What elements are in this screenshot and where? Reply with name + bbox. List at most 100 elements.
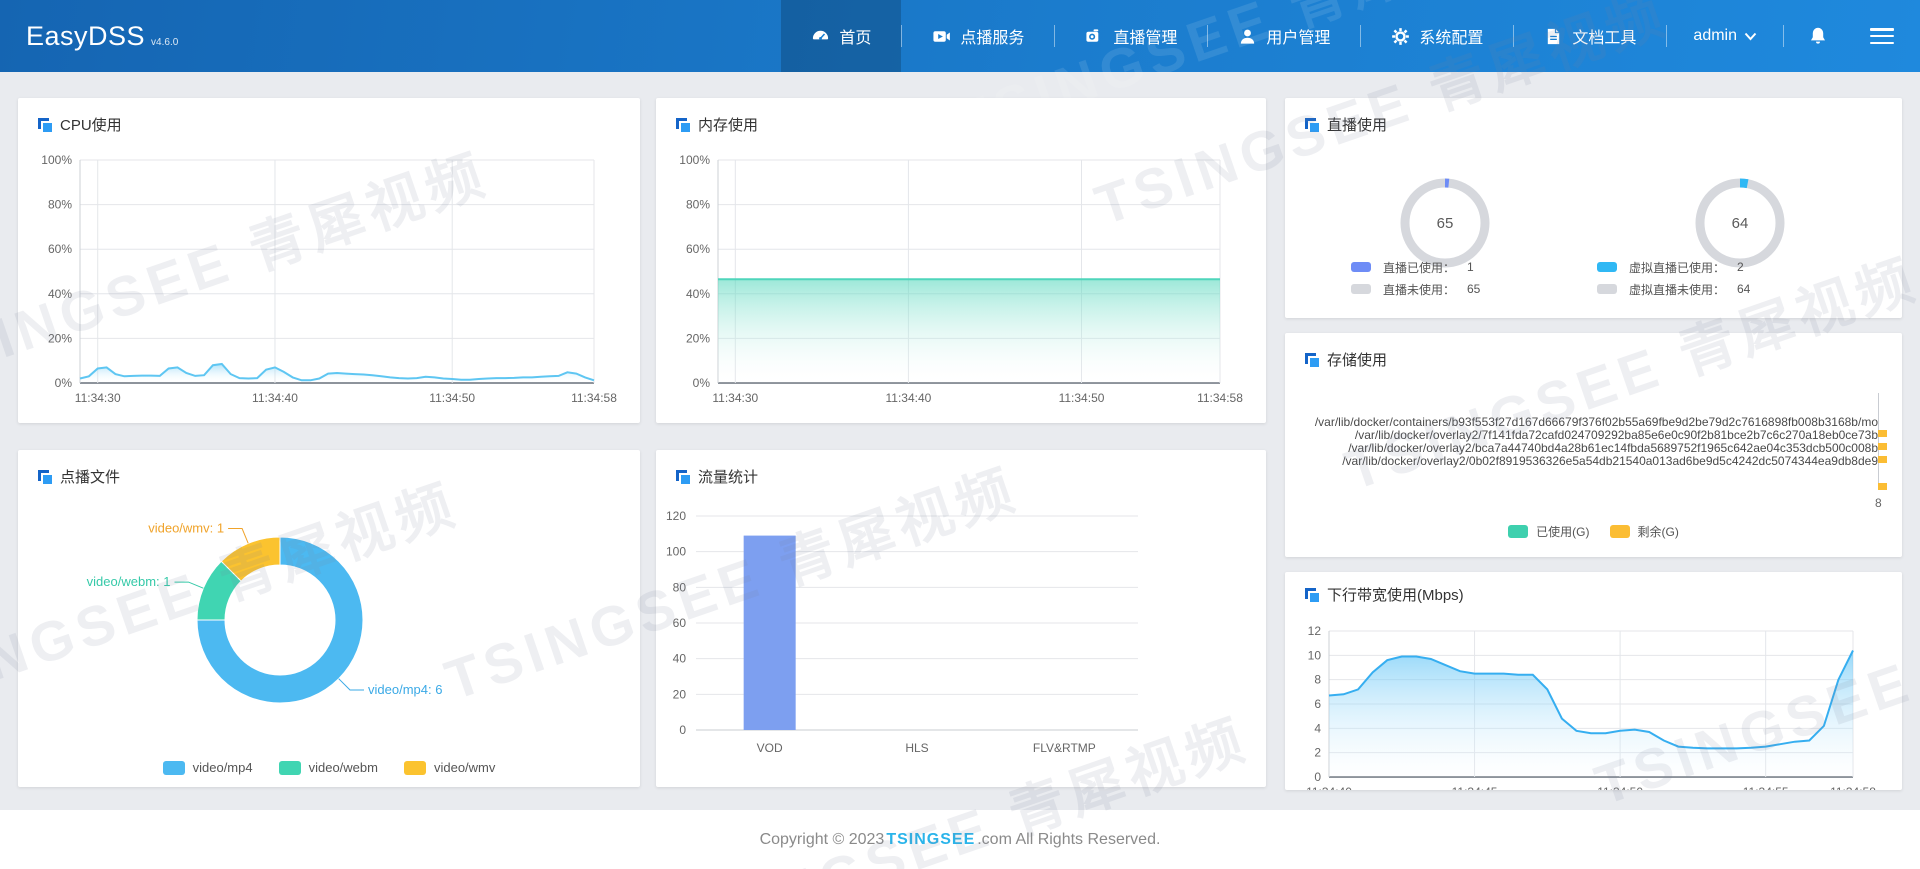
panel-chart-icon (38, 117, 52, 132)
nav-item-system-config[interactable]: 系统配置 (1361, 0, 1513, 72)
svg-text:11:34:55: 11:34:55 (1743, 785, 1789, 790)
dashboard-content: CPU使用 0% 20% 40% 60% 80% 100% 11:34:30 11:34:40… (0, 72, 1920, 810)
svg-text:100%: 100% (679, 153, 710, 167)
nav-item-home[interactable]: 首页 (781, 0, 902, 72)
brand-version: v4.6.0 (151, 36, 179, 48)
svg-text:4: 4 (1314, 721, 1321, 735)
video-icon (932, 27, 951, 46)
legend-item[interactable]: video/webm (278, 760, 378, 775)
easydss-dashboard: EasyDSS v4.6.0 首页 点播服务 直播管理 用户管理 系统配置 文档… (0, 0, 1920, 869)
panel-downstream-bandwidth: 下行带宽使用(Mbps) 0 2 4 6 8 10 12 11:34:40 11:34:45 11… (1285, 572, 1902, 790)
panel-live-usage: 直播使用 65 64 直播已使用： 1 直播未使用： 65 虚拟直播已使用： 2… (1285, 98, 1902, 318)
nav-item-label: 首页 (839, 30, 872, 47)
svg-text:11:34:40: 11:34:40 (1306, 785, 1352, 790)
svg-text:11:34:50: 11:34:50 (1597, 785, 1643, 790)
storage-path: /var/lib/docker/overlay2/7f141fda72cafd0… (1354, 429, 1878, 442)
panel-traffic-stats: 流量统计 0 20 40 60 80 100 120 VOD HLS FLV&RTMP (656, 450, 1266, 787)
svg-text:100: 100 (666, 545, 686, 559)
svg-text:120: 120 (666, 509, 686, 523)
svg-text:11:34:50: 11:34:50 (429, 391, 475, 405)
legend-swatch (1508, 525, 1529, 538)
live-gauge-legend: 直播已使用： 1 直播未使用： 65 (1351, 256, 1480, 300)
svg-text:11:34:30: 11:34:30 (712, 391, 758, 405)
svg-text:80: 80 (673, 580, 687, 594)
svg-text:60%: 60% (48, 242, 72, 256)
svg-text:80%: 80% (686, 198, 710, 212)
navbar-right: admin (1667, 0, 1894, 72)
nav-item-vod-service[interactable]: 点播服务 (902, 0, 1054, 72)
legend-value: 1 (1467, 260, 1474, 274)
user-menu[interactable]: admin (1667, 27, 1783, 45)
svg-text:2: 2 (1314, 746, 1321, 760)
svg-text:11:34:50: 11:34:50 (1059, 391, 1105, 405)
panel-chart-icon (1305, 117, 1319, 132)
user-icon (1238, 27, 1257, 46)
copyright-text: Copyright © 2023 (759, 830, 885, 848)
svg-text:11:34:58: 11:34:58 (1830, 785, 1876, 790)
legend-row: 虚拟直播已使用： 2 (1597, 256, 1750, 278)
top-navbar: EasyDSS v4.6.0 首页 点播服务 直播管理 用户管理 系统配置 文档… (0, 0, 1920, 72)
svg-text:VOD: VOD (757, 741, 783, 755)
legend-value: 2 (1737, 260, 1744, 274)
nav-item-user-manage[interactable]: 用户管理 (1208, 0, 1360, 72)
nav-item-label: 系统配置 (1419, 30, 1484, 47)
svg-text:12: 12 (1308, 624, 1322, 638)
panel-chart-icon (1305, 352, 1319, 367)
panel-vod-files: 点播文件 video/mp4: 6 video/webm: 1 video/wmv:… (18, 450, 640, 787)
panel-title: 直播使用 (1305, 114, 1387, 135)
legend-item[interactable]: video/mp4 (162, 760, 253, 775)
legend-swatch (1597, 262, 1617, 272)
legend-swatch (1597, 284, 1617, 294)
svg-text:video/mp4: 6: video/mp4: 6 (368, 682, 442, 697)
svg-text:40%: 40% (686, 287, 710, 301)
panel-cpu-usage: CPU使用 0% 20% 40% 60% 80% 100% 11:34:30 11:34:40… (18, 98, 640, 423)
svg-text:60%: 60% (686, 242, 710, 256)
storage-bar-stub (1878, 483, 1887, 490)
svg-text:11:34:58: 11:34:58 (1197, 391, 1243, 405)
storage-bar-stub (1878, 456, 1887, 463)
notifications-button[interactable] (1784, 26, 1852, 46)
footer: Copyright © 2023 TSINGSEE .com All Right… (0, 810, 1920, 869)
svg-text:11:34:58: 11:34:58 (571, 391, 617, 405)
svg-text:10: 10 (1308, 648, 1322, 662)
memory-usage-chart: 0% 20% 40% 60% 80% 100% 11:34:30 11:34:40 11:34:… (679, 153, 1243, 405)
legend-value: 64 (1737, 282, 1751, 296)
panel-chart-icon (676, 117, 690, 132)
panel-memory-usage: 内存使用 0% 20% 40% 60% 80% 100% 11:34:30 11:34:40 1… (656, 98, 1266, 423)
vod-legend: video/mp4 video/webm video/wmv (18, 760, 640, 775)
svg-text:40: 40 (673, 652, 687, 666)
traffic-bar-chart: 0 20 40 60 80 100 120 VOD HLS FLV&RTMP (666, 509, 1138, 755)
main-menu: 首页 点播服务 直播管理 用户管理 系统配置 文档工具 (781, 0, 1668, 72)
svg-text:64: 64 (1732, 215, 1749, 232)
svg-text:100%: 100% (41, 153, 72, 167)
document-icon (1544, 27, 1563, 46)
legend-item[interactable]: 剩余(G) (1609, 523, 1679, 540)
svg-text:65: 65 (1437, 215, 1454, 232)
storage-axis-line (1878, 393, 1879, 485)
nav-item-live-manage[interactable]: 直播管理 (1055, 0, 1207, 72)
legend-item[interactable]: video/wmv (403, 760, 495, 775)
svg-text:60: 60 (673, 616, 687, 630)
tsingsee-logo[interactable]: TSINGSEE (886, 831, 975, 849)
copyright-text: .com All Rights Reserved. (977, 830, 1161, 848)
legend-row: 虚拟直播未使用： 64 (1597, 278, 1750, 300)
panel-title: 内存使用 (676, 114, 758, 135)
nav-item-doc-tools[interactable]: 文档工具 (1514, 0, 1666, 72)
legend-item[interactable]: 已使用(G) (1508, 523, 1590, 540)
panel-chart-icon (38, 469, 52, 484)
svg-text:6: 6 (1314, 697, 1321, 711)
svg-text:11:34:40: 11:34:40 (885, 391, 931, 405)
svg-text:80%: 80% (48, 198, 72, 212)
menu-toggle-icon[interactable] (1870, 28, 1894, 44)
panel-title: 存储使用 (1305, 349, 1387, 370)
vod-files-donut-chart: video/mp4: 6 video/webm: 1 video/wmv: 1 (87, 521, 442, 704)
brand-logo[interactable]: EasyDSS v4.6.0 (26, 21, 178, 52)
nav-item-label: 文档工具 (1572, 30, 1637, 47)
svg-text:0%: 0% (55, 376, 73, 390)
legend-swatch (278, 760, 301, 775)
storage-legend: 已使用(G) 剩余(G) (1285, 523, 1902, 540)
panel-title: CPU使用 (38, 114, 122, 135)
legend-swatch (1351, 262, 1371, 272)
svg-text:0: 0 (1314, 770, 1321, 784)
legend-swatch (162, 760, 185, 775)
